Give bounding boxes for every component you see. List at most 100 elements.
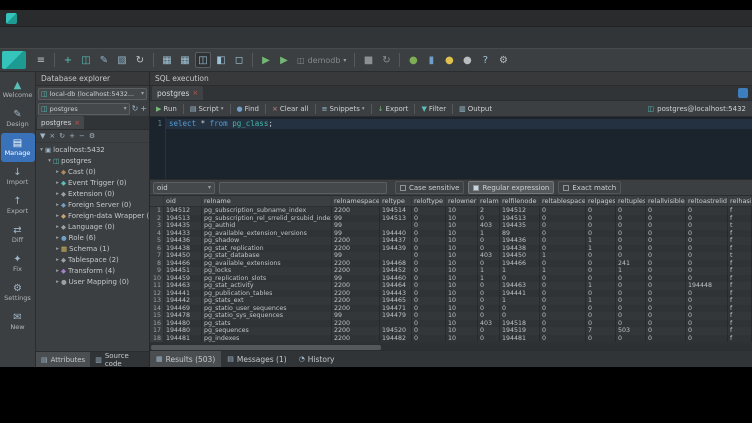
tree-item-tablespace-2[interactable]: ▸◆Tablespace (2) xyxy=(36,254,149,265)
run-icon[interactable]: ▶ xyxy=(258,52,274,68)
snippets-button[interactable]: ≡Snippets▾ xyxy=(319,102,368,115)
tree-item-postgres[interactable]: ▾◫postgres xyxy=(36,155,149,166)
filter-button[interactable]: ▼Filter xyxy=(418,102,449,115)
tree-item-foreign-server-0[interactable]: ▸◆Foreign Server (0) xyxy=(36,199,149,210)
table-row[interactable]: 16194480pg_stats220001040319451800000f xyxy=(150,320,752,328)
add-connection-icon[interactable]: + xyxy=(140,104,147,113)
edit-connection-icon[interactable]: ✎ xyxy=(96,52,112,68)
table-row[interactable]: 11194463pg_stat_activity2200194464010019… xyxy=(150,282,752,290)
expander-icon[interactable]: ▸ xyxy=(54,235,61,241)
tree-item-transform-4[interactable]: ▸◆Transform (4) xyxy=(36,265,149,276)
form-view-icon[interactable]: ◫ xyxy=(195,52,211,68)
window-layout-icon[interactable]: ◻ xyxy=(231,52,247,68)
toggle-exact-match[interactable]: Exact match xyxy=(558,181,621,194)
horizontal-scrollbar[interactable] xyxy=(150,344,752,351)
column-header-relname[interactable]: relname xyxy=(202,196,332,206)
expander-icon[interactable]: ▸ xyxy=(54,202,61,208)
tree-item-cast-0[interactable]: ▸◆Cast (0) xyxy=(36,166,149,177)
run-script-icon[interactable]: ▶ xyxy=(276,52,292,68)
schema-editor-icon[interactable]: ● xyxy=(405,52,421,68)
grid-view-icon[interactable]: ▦ xyxy=(177,52,193,68)
server-select[interactable]: ◫ local-db (localhost:5432... ▾ xyxy=(38,88,147,100)
clear-all-button[interactable]: ×Clear all xyxy=(269,102,312,115)
table-row[interactable]: 18194481pg_indexes2200194482010019448100… xyxy=(150,335,752,343)
table-row[interactable]: 8194466pg_available_extensions2200194468… xyxy=(150,260,752,268)
table-row[interactable]: 1194512pg_subscription_subname_index2200… xyxy=(150,207,752,215)
column-header-reloftype[interactable]: reloftype xyxy=(412,196,446,206)
tab-source-code[interactable]: ▥Source code xyxy=(90,352,149,367)
sql-tab-postgres[interactable]: postgres × xyxy=(152,86,203,100)
tree-settings-icon[interactable]: ⚙ xyxy=(89,132,95,140)
split-view-icon[interactable]: ◧ xyxy=(213,52,229,68)
find-button[interactable]: ●Find xyxy=(234,102,262,115)
panel-maximize-icon[interactable] xyxy=(738,88,748,98)
column-header-relallvisible[interactable]: relallvisible xyxy=(646,196,686,206)
tree-item-extension-0[interactable]: ▸◆Extension (0) xyxy=(36,188,149,199)
new-connection-icon[interactable]: + xyxy=(60,52,76,68)
feedback-icon[interactable]: ● xyxy=(441,52,457,68)
table-row[interactable]: 2194513pg_subscription_rel_srrelid_srsub… xyxy=(150,215,752,223)
nav-new[interactable]: ✉New xyxy=(1,307,35,336)
filter-input[interactable] xyxy=(219,182,387,194)
table-row[interactable]: 14194469pg_statio_user_sequences22001944… xyxy=(150,305,752,313)
tree-item-schema-1[interactable]: ▸▦Schema (1) xyxy=(36,243,149,254)
expander-icon[interactable]: ▸ xyxy=(54,224,61,230)
refresh-connection-icon[interactable]: ↻ xyxy=(132,104,139,113)
nav-manage[interactable]: ▤Manage xyxy=(1,133,35,162)
explorer-tab-postgres[interactable]: postgres × xyxy=(37,116,84,129)
expander-icon[interactable]: ▾ xyxy=(38,147,45,153)
nav-welcome[interactable]: ▲Welcome xyxy=(1,75,35,104)
expander-icon[interactable]: ▸ xyxy=(54,191,61,197)
nav-fix[interactable]: ✦Fix xyxy=(1,249,35,278)
tab-history[interactable]: ◔History xyxy=(293,351,341,367)
tree-item-foreign-data-wrapper-0[interactable]: ▸◆Foreign-data Wrapper (0) xyxy=(36,210,149,221)
expander-icon[interactable]: ▸ xyxy=(54,268,61,274)
refresh-icon[interactable]: ↻ xyxy=(132,52,148,68)
run-button[interactable]: ▶Run xyxy=(153,102,180,115)
column-header-reltablespace[interactable]: reltablespace xyxy=(540,196,586,206)
output-button[interactable]: ▥Output xyxy=(456,102,495,115)
table-row[interactable]: 5194436pg_shadow220019443701001944360100… xyxy=(150,237,752,245)
tree-item-localhost-5432[interactable]: ▾▣localhost:5432 xyxy=(36,144,149,155)
table-row[interactable]: 9194451pg_locks22001944520101110100f xyxy=(150,267,752,275)
menu-icon[interactable]: ≡ xyxy=(33,52,49,68)
expander-icon[interactable]: ▸ xyxy=(54,246,61,252)
table-view-icon[interactable]: ▦ xyxy=(159,52,175,68)
table-row[interactable]: 4194433pg_available_extension_versions99… xyxy=(150,230,752,238)
app-icon[interactable] xyxy=(6,13,17,24)
table-row[interactable]: 15194478pg_statio_sys_sequences991944790… xyxy=(150,312,752,320)
column-header-relam[interactable]: relam xyxy=(478,196,500,206)
column-header-reltype[interactable]: reltype xyxy=(380,196,412,206)
database-icon[interactable]: ◫ xyxy=(78,52,94,68)
tab-attributes[interactable]: ▤Attributes xyxy=(36,352,90,367)
filter-column-select[interactable]: oid ▾ xyxy=(153,182,215,194)
tree-item-role-6[interactable]: ▸●Role (6) xyxy=(36,232,149,243)
tree-item-event-trigger-0[interactable]: ▸◆Event Trigger (0) xyxy=(36,177,149,188)
tree-item-user-mapping-0[interactable]: ▸●User Mapping (0) xyxy=(36,276,149,287)
expander-icon[interactable]: ▸ xyxy=(54,180,61,186)
export-button[interactable]: ↓Export xyxy=(375,102,412,115)
table-row[interactable]: 17194480pg_sequences22001945200100194519… xyxy=(150,327,752,335)
expand-all-icon[interactable]: + xyxy=(69,132,75,140)
expander-icon[interactable]: ▸ xyxy=(54,257,61,263)
table-row[interactable]: 13194442pg_stats_ext22001944650100101000… xyxy=(150,297,752,305)
table-row[interactable]: 12194441pg_publication_tables22001944430… xyxy=(150,290,752,298)
table-row[interactable]: 6194438pg_stat_replication22001944390100… xyxy=(150,245,752,253)
expander-icon[interactable]: ▸ xyxy=(54,279,61,285)
nav-export[interactable]: ↑Export xyxy=(1,191,35,220)
toggle-regular-expression[interactable]: Regular expression xyxy=(468,181,554,194)
close-icon[interactable]: × xyxy=(192,89,198,97)
connection-indicator[interactable]: ◫postgres@localhost:5432 xyxy=(648,105,749,113)
column-header-reltuples[interactable]: reltuples xyxy=(616,196,646,206)
report-icon[interactable]: ▮ xyxy=(423,52,439,68)
sql-editor[interactable]: 1 select * from pg_class; xyxy=(150,117,752,180)
diagram-icon[interactable]: ▧ xyxy=(114,52,130,68)
column-header-relfilenode[interactable]: relfilenode xyxy=(500,196,540,206)
nav-design[interactable]: ✎Design xyxy=(1,104,35,133)
column-header-relpages[interactable]: relpages xyxy=(586,196,616,206)
refresh-tree-icon[interactable]: ↻ xyxy=(59,132,65,140)
sync-icon[interactable]: ↻ xyxy=(378,52,394,68)
database-select[interactable]: ◫ postgres ▾ xyxy=(38,103,130,115)
nav-settings[interactable]: ⚙Settings xyxy=(1,278,35,307)
column-header-oid[interactable]: oid xyxy=(164,196,202,206)
